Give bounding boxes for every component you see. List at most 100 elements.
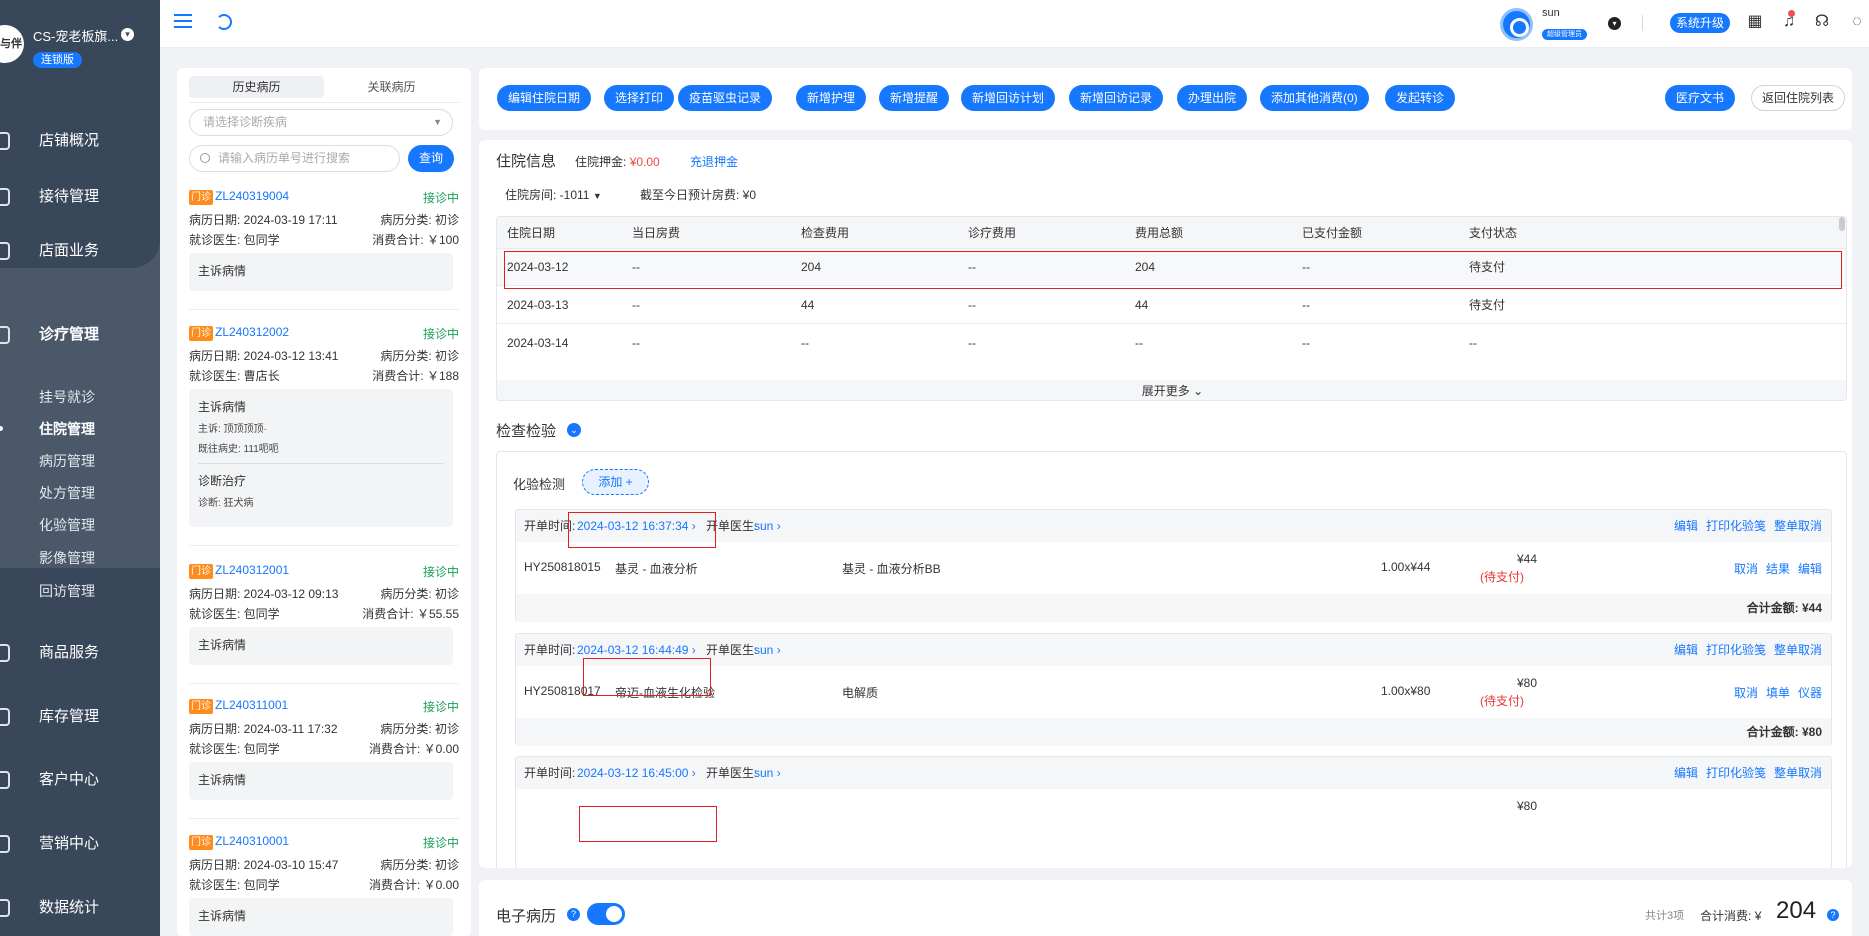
total-currency: ¥ bbox=[1754, 909, 1762, 923]
calendar-icon[interactable]: ▦ bbox=[1746, 13, 1764, 31]
cancel-order-link[interactable]: 整单取消 bbox=[1774, 519, 1822, 533]
complaint-box: 主诉病情 bbox=[189, 627, 453, 665]
record-status: 接诊中 bbox=[422, 327, 459, 341]
print-lab-slip-link[interactable]: 打印化验笺 bbox=[1706, 519, 1766, 533]
shop-switcher[interactable]: 与伴 CS-宠老板旗... ▾ 连锁版 bbox=[0, 0, 160, 90]
add-other-charge-button[interactable]: 添加其他消费(0) bbox=[1260, 85, 1369, 111]
subnav-prescriptions[interactable]: 处方管理 bbox=[39, 483, 95, 503]
record-search-input[interactable]: 请输入病历单号进行搜索 bbox=[189, 145, 400, 172]
tab-history-records[interactable]: 历史病历 bbox=[189, 76, 324, 98]
add-followup-record-button[interactable]: 新增回访记录 bbox=[1069, 85, 1164, 111]
medical-docs-button[interactable]: 医疗文书 bbox=[1665, 85, 1736, 111]
record-number[interactable]: ZL240311001 bbox=[215, 698, 288, 712]
cancel-order-link[interactable]: 整单取消 bbox=[1774, 643, 1822, 657]
subnav-hospitalization[interactable]: 住院管理 bbox=[39, 419, 95, 439]
username[interactable]: sun bbox=[1542, 7, 1560, 19]
treatment-label: 诊断治疗 bbox=[198, 474, 247, 488]
chevron-down-icon[interactable]: ⌄ bbox=[567, 423, 581, 437]
edit-order-link[interactable]: 编辑 bbox=[1674, 519, 1698, 533]
lab-order: 开单时间: 2024-03-12 16:44:49 › 开单医生: sun › … bbox=[515, 633, 1832, 746]
print-lab-slip-link[interactable]: 打印化验笺 bbox=[1706, 766, 1766, 780]
nav-inventory[interactable]: 库存管理 bbox=[0, 692, 160, 742]
complaint-label: 主诉病情 bbox=[198, 638, 247, 652]
upgrade-button[interactable]: 系统升级 bbox=[1670, 13, 1731, 33]
subnav-medical-records[interactable]: 病历管理 bbox=[39, 451, 95, 471]
nav-store-overview[interactable]: 店铺概况 bbox=[0, 116, 160, 166]
print-lab-slip-link[interactable]: 打印化验笺 bbox=[1706, 643, 1766, 657]
chat-icon[interactable]: ◌ bbox=[1848, 13, 1866, 31]
back-to-list-button[interactable]: 返回住院列表 bbox=[1751, 85, 1846, 111]
record-category: 病历分类: 初诊 bbox=[380, 587, 459, 601]
order-header: 开单时间: 2024-03-12 16:44:49 › 开单医生: sun › … bbox=[516, 634, 1831, 666]
item-price: ¥44 bbox=[1516, 552, 1537, 566]
vaccine-record-button[interactable]: 疫苗驱虫记录 bbox=[678, 85, 773, 111]
divider bbox=[189, 818, 459, 819]
instrument-link[interactable]: 仪器 bbox=[1798, 686, 1822, 700]
diagnosis-text: 诊断: 狂犬病 bbox=[198, 498, 254, 509]
emr-toggle[interactable] bbox=[587, 903, 625, 925]
shop-name[interactable]: CS-宠老板旗... bbox=[33, 26, 118, 45]
subnav-lab[interactable]: 化验管理 bbox=[39, 515, 95, 535]
referral-button[interactable]: 发起转诊 bbox=[1385, 85, 1456, 111]
help-icon[interactable]: ? bbox=[567, 908, 580, 921]
room-select[interactable]: 住院房间: -1011 ▼ bbox=[505, 186, 602, 203]
nav-goods-services[interactable]: 商品服务 bbox=[0, 628, 160, 678]
record-number[interactable]: ZL240312002 bbox=[215, 325, 289, 339]
expand-more-button[interactable]: 展开更多 ⌄ bbox=[497, 380, 1846, 400]
edit-item-link[interactable]: 编辑 bbox=[1798, 562, 1822, 576]
discharge-button[interactable]: 办理出院 bbox=[1177, 85, 1248, 111]
cancel-item-link[interactable]: 取消 bbox=[1734, 686, 1758, 700]
subnav-followup[interactable]: 回访管理 bbox=[39, 581, 95, 601]
headset-icon[interactable]: ☊ bbox=[1813, 13, 1831, 31]
chevron-down-icon[interactable]: ▾ bbox=[1608, 17, 1621, 30]
record-date-row: 病历日期: 2024-03-11 17:32 病历分类: 初诊 bbox=[189, 720, 459, 737]
record-cost: 消费合计: ￥0.00 bbox=[368, 878, 459, 892]
edit-order-link[interactable]: 编辑 bbox=[1674, 643, 1698, 657]
refund-deposit-link[interactable]: 充退押金 bbox=[690, 153, 738, 170]
edit-order-link[interactable]: 编辑 bbox=[1674, 766, 1698, 780]
record-number[interactable]: ZL240319004 bbox=[215, 189, 289, 203]
record-number[interactable]: ZL240310001 bbox=[215, 834, 289, 848]
menu-icon[interactable] bbox=[174, 14, 192, 28]
diagnosis-select[interactable]: 请选择诊断疾病 ▼ bbox=[189, 109, 453, 136]
order-doctor[interactable]: sun › bbox=[754, 634, 781, 666]
cancel-item-link[interactable]: 取消 bbox=[1734, 562, 1758, 576]
order-doctor[interactable]: sun › bbox=[754, 757, 781, 789]
nav-store-business[interactable]: 店面业务 bbox=[0, 226, 160, 276]
cancel-order-link[interactable]: 整单取消 bbox=[1774, 766, 1822, 780]
fill-form-link[interactable]: 填单 bbox=[1766, 686, 1790, 700]
search-button[interactable]: 查询 bbox=[408, 145, 454, 172]
order-time[interactable]: 2024-03-12 16:45:00 › bbox=[577, 757, 696, 789]
refresh-icon[interactable] bbox=[216, 14, 232, 30]
table-scrollbar[interactable] bbox=[1839, 217, 1845, 231]
chevron-down-icon[interactable]: ▾ bbox=[121, 28, 134, 41]
add-lab-button[interactable]: 添加 + bbox=[582, 469, 649, 495]
order-doctor[interactable]: sun › bbox=[754, 510, 781, 542]
add-reminder-button[interactable]: 新增提醒 bbox=[879, 85, 950, 111]
nav-marketing[interactable]: 营销中心 bbox=[0, 819, 160, 869]
edit-stay-date-button[interactable]: 编辑住院日期 bbox=[497, 85, 592, 111]
record-number[interactable]: ZL240312001 bbox=[215, 563, 289, 577]
nav-label: 诊疗管理 bbox=[39, 326, 100, 343]
nav-reception[interactable]: 接待管理 bbox=[0, 172, 160, 222]
select-print-button[interactable]: 选择打印 bbox=[604, 85, 675, 111]
nav-statistics[interactable]: 数据统计 bbox=[0, 883, 160, 933]
avatar[interactable] bbox=[1500, 8, 1533, 41]
add-followup-plan-button[interactable]: 新增回访计划 bbox=[961, 85, 1056, 111]
nav-customers[interactable]: 客户中心 bbox=[0, 755, 160, 805]
add-nursing-button[interactable]: 新增护理 bbox=[796, 85, 867, 111]
nav-label: 库存管理 bbox=[39, 708, 100, 725]
subnav-registration[interactable]: 挂号就诊 bbox=[39, 387, 95, 407]
table-row[interactable]: 2024-03-14 -- -- -- -- -- -- bbox=[497, 325, 1846, 362]
item-price: ¥80 bbox=[1516, 799, 1537, 813]
help-icon[interactable]: ? bbox=[1827, 909, 1839, 921]
tab-related-records[interactable]: 关联病历 bbox=[324, 76, 459, 98]
medical-icon bbox=[0, 326, 10, 344]
chevron-down-icon: ⌄ bbox=[1189, 384, 1204, 398]
chevron-right-icon: › bbox=[691, 766, 696, 780]
result-link[interactable]: 结果 bbox=[1766, 562, 1790, 576]
subnav-imaging[interactable]: 影像管理 bbox=[39, 548, 95, 568]
divider bbox=[198, 463, 444, 464]
table-row[interactable]: 2024-03-13 -- 44 -- 44 -- 待支付 bbox=[497, 287, 1846, 324]
nav-medical[interactable]: 诊疗管理 bbox=[0, 310, 160, 360]
